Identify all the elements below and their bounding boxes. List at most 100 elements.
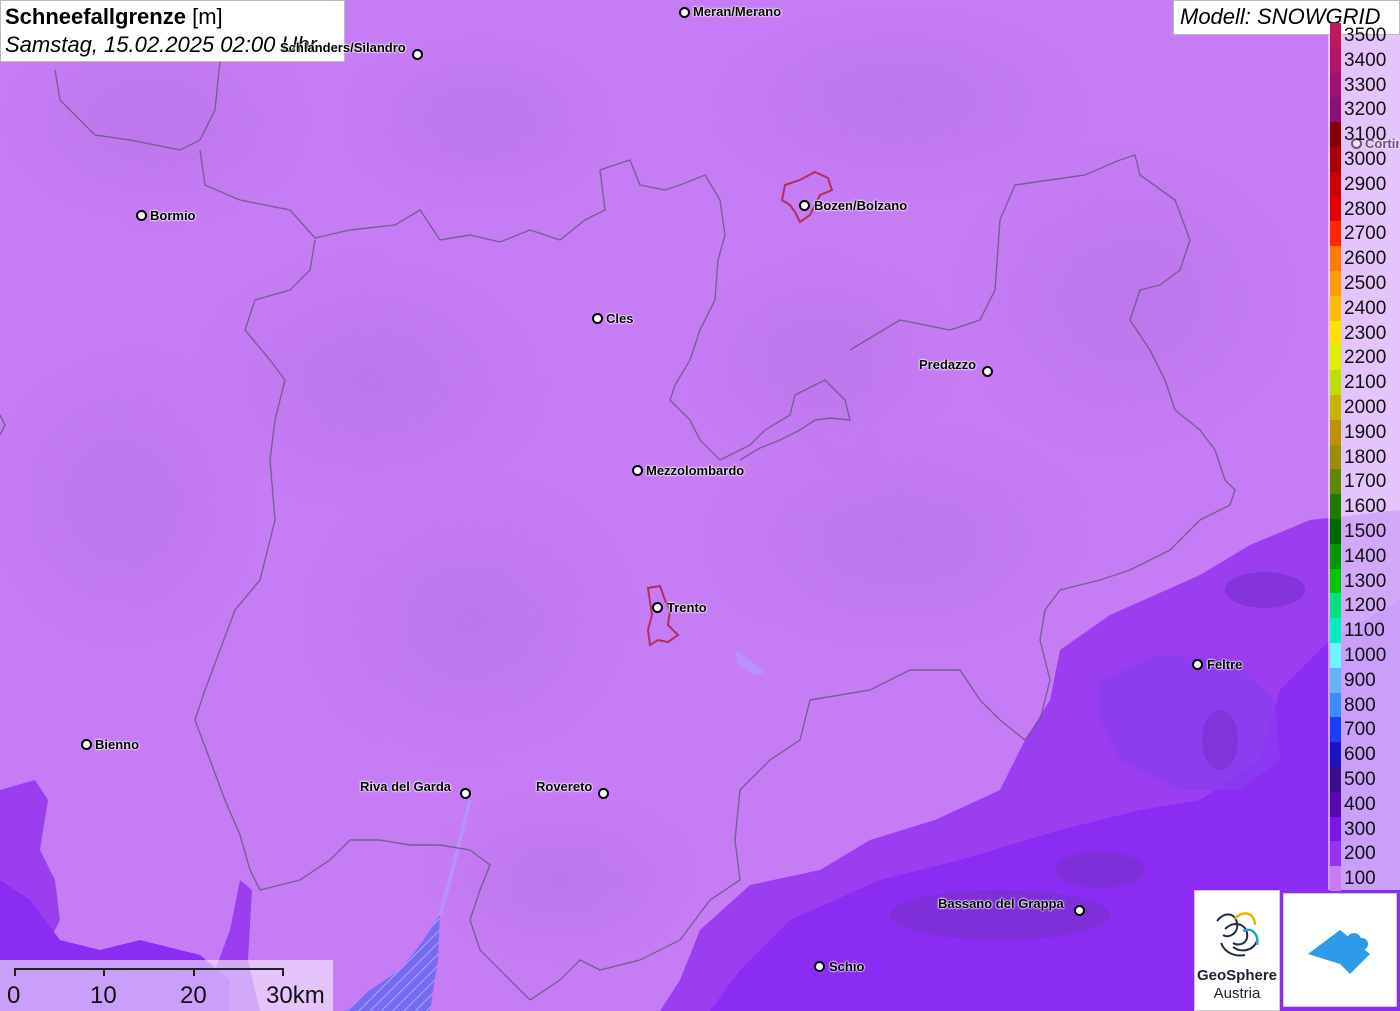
legend-item-2500: 2500 — [1328, 271, 1400, 296]
legend-label: 2400 — [1344, 297, 1387, 319]
city-marker-schio[interactable] — [814, 961, 825, 972]
legend-swatch — [1330, 667, 1341, 693]
legend-item-1700: 1700 — [1328, 469, 1400, 495]
city-label-bozen-bolzano[interactable]: Bozen/Bolzano — [814, 198, 907, 213]
legend-swatch — [1330, 543, 1341, 569]
legend-label: 2500 — [1344, 273, 1387, 294]
city-marker-schlanders-silandro[interactable] — [412, 49, 423, 60]
city-label-predazzo[interactable]: Predazzo — [919, 357, 976, 372]
city-label-bienno[interactable]: Bienno — [95, 737, 139, 752]
city-label-rovereto[interactable]: Rovereto — [536, 779, 592, 794]
legend-swatch — [1330, 841, 1341, 867]
city-label-meran-merano[interactable]: Meran/Merano — [693, 4, 781, 19]
legend-swatch — [1330, 816, 1341, 842]
city-marker-mezzolombardo[interactable] — [632, 465, 643, 476]
legend-item-1100: 1100 — [1328, 618, 1400, 643]
legend-item-500: 500 — [1328, 767, 1400, 792]
city-marker-predazzo[interactable] — [982, 366, 993, 377]
legend-item-2100: 2100 — [1328, 370, 1400, 395]
legend-item-3300: 3300 — [1328, 72, 1400, 98]
legend-item-100: 100 — [1328, 866, 1400, 891]
legend-item-2700: 2700 — [1328, 221, 1400, 247]
scale-bar-line — [14, 968, 283, 970]
city-label-bassano-del-grappa[interactable]: Bassano del Grappa — [938, 896, 1064, 911]
legend-swatch — [1330, 395, 1341, 420]
legend-swatch — [1330, 618, 1341, 643]
city-label-schio[interactable]: Schio — [829, 959, 864, 974]
city-marker-rovereto[interactable] — [598, 788, 609, 799]
legend-swatch — [1330, 419, 1341, 445]
geosphere-logo-line1: GeoSphere — [1196, 967, 1278, 984]
city-label-cortina[interactable]: Cortina — [1365, 136, 1399, 151]
city-marker-bassano-del-grappa[interactable] — [1074, 905, 1085, 916]
legend-label: 2600 — [1344, 248, 1387, 270]
legend-label: 3500 — [1344, 25, 1387, 46]
legend-item-3200: 3200 — [1328, 97, 1400, 123]
legend-item-200: 200 — [1328, 841, 1400, 867]
city-marker-riva-del-garda[interactable] — [460, 788, 471, 799]
city-marker-bienno[interactable] — [81, 739, 92, 750]
legend-item-2900: 2900 — [1328, 171, 1400, 197]
city-marker-trento[interactable] — [652, 602, 663, 613]
legend-swatch — [1330, 320, 1341, 346]
legend-item-2600: 2600 — [1328, 246, 1400, 271]
legend-item-700: 700 — [1328, 717, 1400, 743]
legend-label: 2100 — [1344, 372, 1387, 394]
legend-label: 1200 — [1344, 595, 1387, 617]
legend-label: 1800 — [1344, 446, 1387, 468]
legend-label: 200 — [1344, 843, 1376, 865]
legend-label: 700 — [1344, 719, 1376, 741]
scale-tick-10 — [103, 968, 105, 976]
legend-item-3500: 3500 — [1328, 23, 1400, 48]
city-label-cles[interactable]: Cles — [606, 311, 633, 326]
geosphere-logo[interactable]: GeoSphere Austria — [1194, 890, 1280, 1011]
legend-swatch — [1330, 767, 1341, 792]
scale-label-0: 0 — [7, 982, 21, 1009]
legend-item-2200: 2200 — [1328, 345, 1400, 371]
city-label-riva-del-garda[interactable]: Riva del Garda — [360, 779, 451, 794]
legend-item-300: 300 — [1328, 816, 1400, 842]
legend-label: 300 — [1344, 818, 1376, 840]
legend-swatch — [1330, 171, 1341, 197]
legend-label: 500 — [1344, 769, 1376, 790]
zone-400-grappa — [1225, 572, 1305, 608]
legend-swatch — [1330, 717, 1341, 743]
legend-label: 900 — [1344, 669, 1376, 691]
legend-swatch — [1330, 246, 1341, 271]
scale-label-30km: 30km — [266, 982, 325, 1009]
legend-swatch — [1330, 494, 1341, 519]
weather-app-logo[interactable] — [1283, 893, 1397, 1007]
city-marker-bormio[interactable] — [136, 210, 147, 221]
legend-label: 1300 — [1344, 570, 1387, 592]
legend-label: 2300 — [1344, 322, 1387, 344]
city-label-bormio[interactable]: Bormio — [150, 208, 196, 223]
legend-item-800: 800 — [1328, 692, 1400, 718]
city-marker-meran-merano[interactable] — [679, 7, 690, 18]
legend-label: 2700 — [1344, 223, 1387, 245]
city-marker-bozen-bolzano[interactable] — [799, 200, 810, 211]
legend-item-2000: 2000 — [1328, 395, 1400, 420]
city-label-feltre[interactable]: Feltre — [1207, 657, 1242, 672]
legend-swatch — [1330, 221, 1341, 247]
city-label-schlanders-silandro[interactable]: Schlanders/Silandro — [280, 40, 412, 55]
snowfall-limit-map[interactable] — [0, 0, 1400, 1011]
legend-label: 3000 — [1344, 149, 1387, 170]
legend-swatch — [1330, 469, 1341, 495]
zone-400-feltre — [1202, 710, 1238, 770]
scale-tick-0 — [14, 968, 16, 976]
legend-item-1000: 1000 — [1328, 643, 1400, 668]
legend-swatch — [1330, 271, 1341, 296]
legend-label: 2900 — [1344, 173, 1387, 195]
city-label-trento[interactable]: Trento — [667, 600, 707, 615]
legend-item-2800: 2800 — [1328, 196, 1400, 222]
legend-item-900: 900 — [1328, 667, 1400, 693]
legend-label: 2800 — [1344, 198, 1387, 220]
legend-label: 600 — [1344, 744, 1376, 766]
city-marker-feltre[interactable] — [1192, 659, 1203, 670]
legend-label: 3300 — [1344, 74, 1387, 96]
city-label-mezzolombardo[interactable]: Mezzolombardo — [646, 463, 744, 478]
mountain-cloud-icon — [1308, 930, 1370, 974]
city-marker-cortina[interactable] — [1351, 138, 1362, 149]
city-marker-cles[interactable] — [592, 313, 603, 324]
legend-swatch — [1330, 791, 1341, 817]
